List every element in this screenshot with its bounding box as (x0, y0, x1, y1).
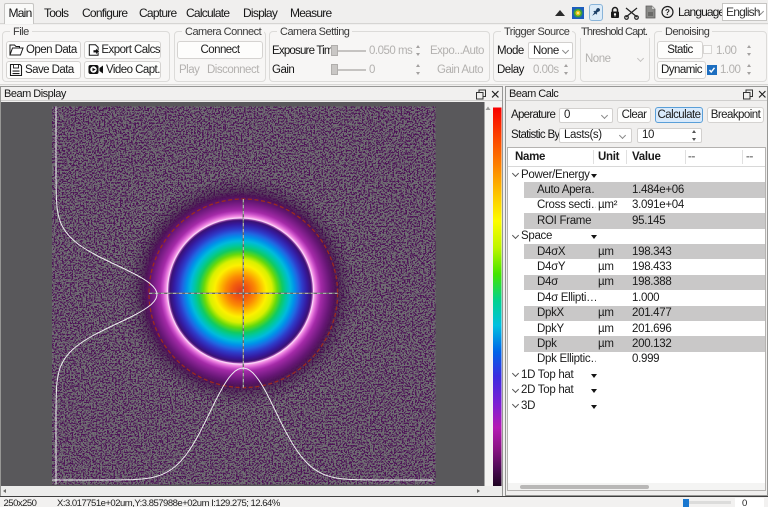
svg-text:?: ? (665, 8, 670, 17)
